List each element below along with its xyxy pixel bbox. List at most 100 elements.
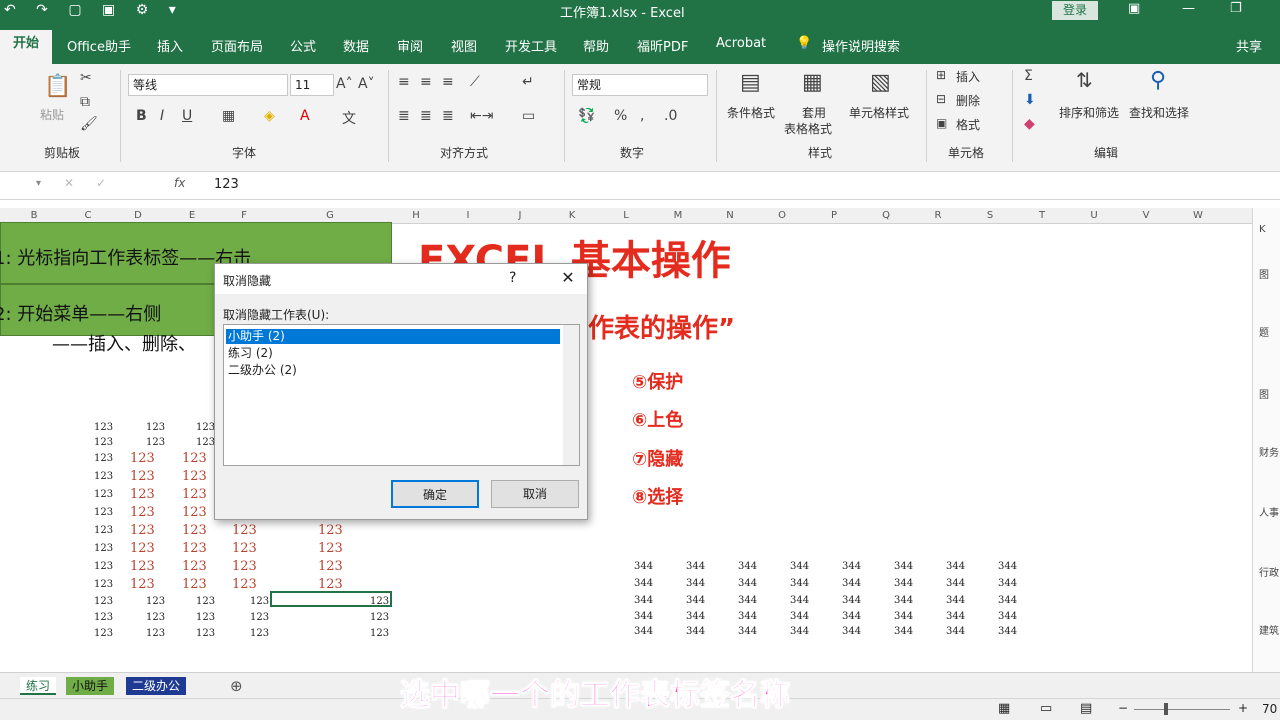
formula-input[interactable]: 123 (214, 177, 239, 192)
comma-icon[interactable]: , (640, 108, 644, 124)
column-header[interactable]: M (668, 210, 688, 221)
sheet-tab-office[interactable]: 二级办公 (126, 677, 187, 695)
side-panel-item[interactable]: 题 (1259, 324, 1269, 339)
tab-formulas[interactable]: 公式 (290, 36, 316, 55)
name-box-dropdown-icon[interactable]: ▾ (36, 178, 41, 189)
bold-button[interactable]: B (136, 108, 147, 124)
align-right-icon[interactable]: ≣ (442, 108, 454, 124)
format-cells-button[interactable]: 格式 (956, 116, 980, 133)
side-panel-item[interactable]: 行政 (1259, 564, 1279, 579)
search-icon[interactable]: ⚲ (1150, 68, 1166, 93)
delete-cells-icon[interactable]: ⊟ (936, 92, 946, 106)
zoom-slider-thumb[interactable] (1164, 703, 1168, 715)
phonetic-icon[interactable]: 文 (342, 108, 356, 128)
restore-icon[interactable]: ❐ (1230, 1, 1242, 16)
format-cells-icon[interactable]: ▣ (936, 116, 947, 130)
zoom-slider[interactable] (1134, 709, 1230, 710)
column-header[interactable]: U (1084, 210, 1104, 221)
sort-filter-button[interactable]: 排序和筛选 (1059, 104, 1119, 121)
column-header[interactable]: R (928, 210, 948, 221)
tab-view[interactable]: 视图 (451, 36, 477, 55)
italic-button[interactable]: I (160, 108, 164, 124)
insert-cells-icon[interactable]: ⊞ (936, 68, 946, 82)
tab-developer[interactable]: 开发工具 (505, 36, 557, 55)
format-painter-icon[interactable]: 🖌 (80, 116, 98, 132)
cut-icon[interactable]: ✂ (80, 70, 92, 86)
indent-icon[interactable]: ⇤⇥ (470, 108, 493, 124)
side-panel-item[interactable]: K (1259, 224, 1266, 235)
tab-data[interactable]: 数据 (343, 36, 369, 55)
column-header[interactable]: P (824, 210, 844, 221)
column-header[interactable]: C (78, 210, 98, 221)
column-header[interactable]: T (1032, 210, 1052, 221)
column-header[interactable]: N (720, 210, 740, 221)
tab-page-layout[interactable]: 页面布局 (211, 36, 263, 55)
merge-icon[interactable]: ▭ (522, 108, 535, 124)
list-item[interactable]: 小助手 (2) (226, 329, 560, 344)
quick-access-toolbar[interactable]: ↶ ↷ ▢ ▣ ⚙ ▾ (4, 2, 184, 18)
ok-button[interactable]: 确定 (391, 480, 479, 508)
side-panel-item[interactable]: 人事 (1259, 504, 1279, 519)
zoom-in-icon[interactable]: + (1238, 701, 1248, 715)
find-select-button[interactable]: 查找和选择 (1129, 104, 1189, 121)
font-color-icon[interactable]: A (300, 108, 310, 124)
tab-foxit-pdf[interactable]: 福昕PDF (637, 36, 688, 55)
cancel-icon[interactable]: ✕ (64, 176, 74, 190)
tab-insert[interactable]: 插入 (157, 36, 183, 55)
autosum-icon[interactable]: Σ (1024, 68, 1033, 84)
insert-cells-button[interactable]: 插入 (956, 68, 980, 85)
list-item[interactable]: 练习 (2) (226, 346, 560, 361)
tab-acrobat[interactable]: Acrobat (716, 36, 766, 51)
format-table-label-2[interactable]: 表格格式 (784, 120, 832, 137)
side-panel-item[interactable]: 图 (1259, 266, 1269, 281)
column-header[interactable]: E (182, 210, 202, 221)
share-button[interactable]: 共享 (1236, 36, 1262, 55)
decimal-icon[interactable]: .0 (664, 108, 677, 124)
hidden-sheet-list[interactable]: 小助手 (2) 练习 (2) 二级办公 (2) (223, 324, 580, 466)
function-button[interactable]: fx (174, 176, 185, 190)
zoom-level[interactable]: 70 (1262, 702, 1277, 716)
zoom-out-icon[interactable]: − (1118, 701, 1128, 715)
help-icon[interactable]: ? (509, 270, 516, 286)
column-header[interactable]: S (980, 210, 1000, 221)
side-panel-item[interactable]: 图 (1259, 386, 1269, 401)
add-sheet-icon[interactable]: ⊕ (224, 677, 249, 695)
font-name-select[interactable]: 等线 (128, 74, 288, 96)
side-panel-item[interactable]: 财务 (1259, 444, 1279, 459)
clear-icon[interactable]: ◆ (1024, 116, 1035, 132)
number-format-select[interactable]: 常规 (572, 74, 708, 96)
tell-me-search[interactable]: 操作说明搜索 (822, 36, 900, 55)
close-icon[interactable]: ✕ (553, 268, 583, 290)
tab-review[interactable]: 审阅 (397, 36, 423, 55)
percent-icon[interactable]: % (614, 108, 627, 124)
decrease-font-icon[interactable]: A˅ (358, 76, 375, 92)
copy-icon[interactable]: ⧉ (80, 94, 90, 110)
column-header[interactable]: H (406, 210, 426, 221)
currency-icon[interactable]: 💱 (578, 108, 595, 124)
sheet-tab-helper[interactable]: 小助手 (66, 677, 115, 695)
cell-style-button[interactable]: 单元格样式 (849, 104, 909, 121)
align-top-icon[interactable]: ≡ (398, 74, 410, 90)
column-header[interactable]: F (234, 210, 254, 221)
column-header[interactable]: W (1188, 210, 1208, 221)
page-layout-view-icon[interactable]: ▭ (1040, 701, 1052, 716)
format-table-label-1[interactable]: 套用 (802, 104, 826, 121)
column-header[interactable]: O (772, 210, 792, 221)
wrap-text-icon[interactable]: ↵ (522, 74, 534, 90)
delete-cells-button[interactable]: 删除 (956, 92, 980, 109)
paste-icon[interactable]: 📋 (44, 74, 71, 99)
tab-home[interactable]: 开始 (0, 30, 52, 64)
conditional-format-button[interactable]: 条件格式 (727, 104, 775, 121)
tab-office-helper[interactable]: Office助手 (67, 36, 131, 55)
login-button[interactable]: 登录 (1052, 1, 1098, 20)
align-left-icon[interactable]: ≣ (398, 108, 410, 124)
column-header[interactable]: V (1136, 210, 1156, 221)
tab-help[interactable]: 帮助 (583, 36, 609, 55)
normal-view-icon[interactable]: ▦ (998, 701, 1010, 716)
align-middle-icon[interactable]: ≡ (420, 74, 432, 90)
sort-filter-icon[interactable]: ⇅ (1076, 68, 1093, 92)
side-panel-item[interactable]: 建筑 (1259, 622, 1279, 637)
column-header[interactable]: L (616, 210, 636, 221)
ribbon-display-icon[interactable]: ▣ (1128, 1, 1140, 16)
enter-icon[interactable]: ✓ (96, 176, 106, 190)
